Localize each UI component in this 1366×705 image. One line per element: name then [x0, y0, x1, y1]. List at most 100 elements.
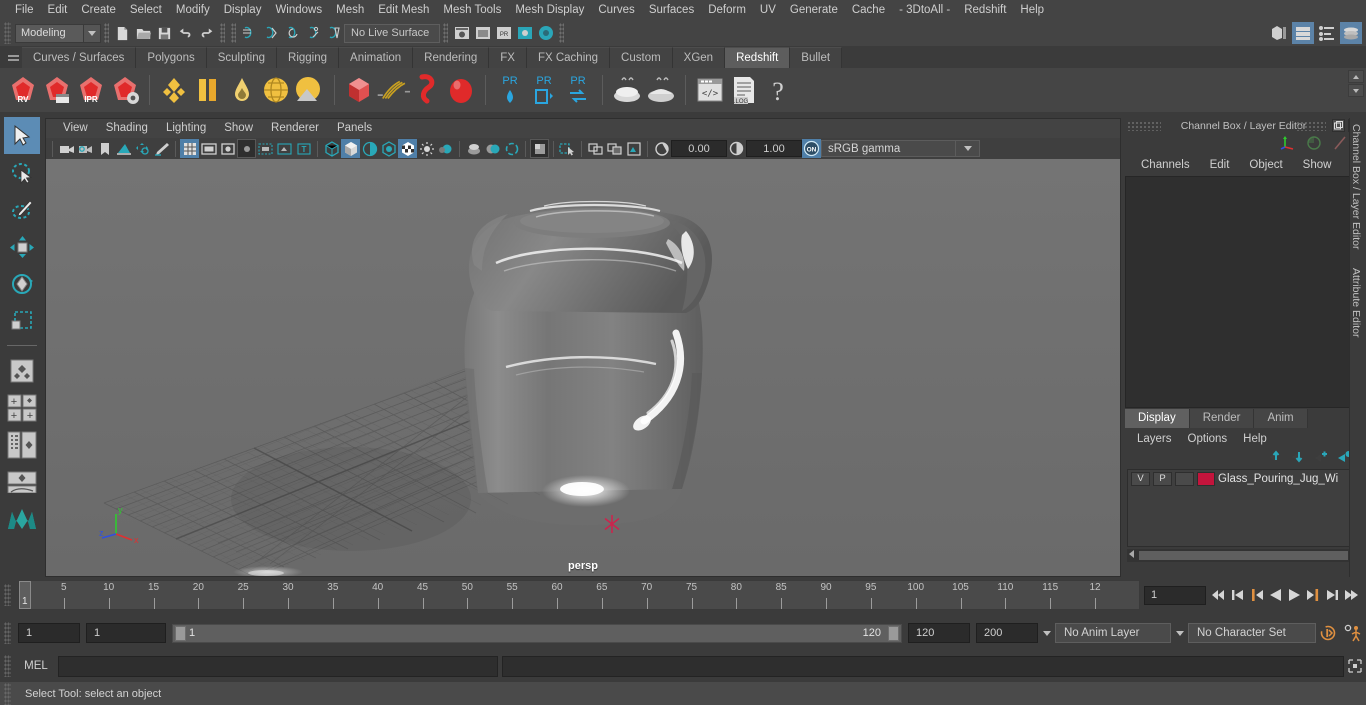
- shelf-redshift-pr-portal-icon[interactable]: PR: [527, 72, 561, 108]
- shelf-redshift-sub-surface-icon[interactable]: [259, 72, 293, 108]
- shelf-tab-curves-surfaces[interactable]: Curves / Surfaces: [22, 47, 137, 68]
- gamma-field[interactable]: 1.00: [746, 140, 802, 157]
- dock-tab-attribute-editor[interactable]: Attribute Editor: [1350, 250, 1362, 337]
- range-slider-right-handle[interactable]: [888, 625, 899, 641]
- paint-select-tool-button[interactable]: [4, 191, 40, 228]
- help-line-grip[interactable]: [4, 682, 11, 705]
- menu-windows[interactable]: Windows: [268, 0, 329, 20]
- gate-mask-icon[interactable]: [237, 139, 256, 158]
- render-group-grip[interactable]: [443, 23, 448, 43]
- command-output-field[interactable]: [502, 655, 1344, 677]
- range-slider-left-handle[interactable]: [175, 625, 186, 641]
- layer-name[interactable]: Glass_Pouring_Jug_Wi: [1218, 473, 1338, 485]
- character-set-dropdown-icon[interactable]: [1171, 623, 1188, 643]
- grid-toggle-icon[interactable]: [180, 139, 199, 158]
- menu-redshift[interactable]: Redshift: [957, 0, 1013, 20]
- show-hide-channel-box-icon[interactable]: [1340, 22, 1362, 44]
- time-slider-playhead[interactable]: 1: [19, 581, 31, 609]
- viewport-menu-panels[interactable]: Panels: [328, 119, 381, 138]
- shelf-tab-fx-caching[interactable]: FX Caching: [526, 47, 611, 68]
- undo-icon[interactable]: [175, 23, 196, 44]
- render-globals-icon[interactable]: [535, 23, 556, 44]
- xray-active-components-icon[interactable]: [605, 139, 624, 158]
- step-forward-keyframe-icon[interactable]: [1324, 584, 1341, 606]
- shelf-redshift-pr-settings-icon[interactable]: PR: [561, 72, 595, 108]
- layer-menu-help[interactable]: Help: [1235, 433, 1275, 445]
- shelf-tab-fx[interactable]: FX: [489, 47, 527, 68]
- layer-menu-layers[interactable]: Layers: [1129, 433, 1180, 445]
- command-line-grip[interactable]: [4, 655, 11, 677]
- motion-blur-icon[interactable]: [464, 139, 483, 158]
- shelf-redshift-ipr-icon[interactable]: IPR: [74, 72, 108, 108]
- menu-uv[interactable]: UV: [753, 0, 783, 20]
- rotate-tool-button[interactable]: [4, 265, 40, 302]
- time-slider-track[interactable]: 1 5 10 15 20 25 30 35 40 45 50 55 60 65 70 75 80 85 90 95 1…: [18, 580, 1140, 610]
- layer-playback-toggle[interactable]: P: [1153, 471, 1172, 486]
- step-forward-frame-icon[interactable]: [1305, 584, 1322, 606]
- safe-action-icon[interactable]: [275, 139, 294, 158]
- show-hide-attribute-editor-icon[interactable]: [1292, 22, 1314, 44]
- snap-view-icon[interactable]: [323, 23, 344, 44]
- shelf-redshift-log-icon[interactable]: .LOG: [727, 72, 761, 108]
- viewport-3d-canvas[interactable]: y x z persp: [46, 159, 1120, 576]
- snap-projected-icon[interactable]: [302, 23, 323, 44]
- character-set-field[interactable]: No Character Set: [1188, 623, 1316, 643]
- show-hide-modeling-toolkit-icon[interactable]: [1268, 22, 1290, 44]
- playback-start-time-field[interactable]: 1: [86, 623, 166, 643]
- ipr-render-icon[interactable]: [472, 23, 493, 44]
- shaded-textured-icon[interactable]: [379, 139, 398, 158]
- safe-title-icon[interactable]: T: [294, 139, 313, 158]
- snap-curve-icon[interactable]: [260, 23, 281, 44]
- color-management-dropdown-icon[interactable]: [956, 140, 980, 157]
- step-back-keyframe-icon[interactable]: [1229, 584, 1246, 606]
- layout-persp-graph-button[interactable]: [4, 463, 40, 500]
- animation-preferences-icon[interactable]: [1340, 623, 1366, 643]
- shelf-redshift-hair-icon[interactable]: [376, 72, 410, 108]
- chevron-down-icon[interactable]: [83, 24, 100, 42]
- shelf-redshift-sprite-icon[interactable]: [444, 72, 478, 108]
- layer-list-horizontal-scrollbar[interactable]: [1127, 549, 1360, 562]
- shelf-tab-custom[interactable]: Custom: [610, 47, 673, 68]
- menu-select[interactable]: Select: [123, 0, 169, 20]
- menu-mesh-tools[interactable]: Mesh Tools: [436, 0, 508, 20]
- exposure-icon[interactable]: [652, 139, 671, 158]
- channel-box-menu-channels[interactable]: Channels: [1131, 159, 1200, 171]
- step-back-frame-icon[interactable]: [1248, 584, 1265, 606]
- channel-graph-icon[interactable]: [1306, 135, 1322, 154]
- shelf-redshift-render-sequence-icon[interactable]: [40, 72, 74, 108]
- redo-icon[interactable]: [196, 23, 217, 44]
- viewport-menu-renderer[interactable]: Renderer: [262, 119, 328, 138]
- shelf-redshift-script-icon[interactable]: </>: [693, 72, 727, 108]
- color-management-label[interactable]: sRGB gamma: [821, 140, 956, 157]
- menu-help[interactable]: Help: [1013, 0, 1051, 20]
- move-tool-button[interactable]: [4, 228, 40, 265]
- status-line-grip[interactable]: [4, 22, 11, 44]
- move-layer-up-icon[interactable]: [1268, 450, 1283, 466]
- command-input-field[interactable]: [58, 655, 498, 677]
- film-gate-icon[interactable]: [199, 139, 218, 158]
- shelf-redshift-bake-set-icon[interactable]: [610, 72, 644, 108]
- snap-grid-icon[interactable]: [239, 23, 260, 44]
- menu-modify[interactable]: Modify: [169, 0, 217, 20]
- menu-surfaces[interactable]: Surfaces: [642, 0, 701, 20]
- viewport-menu-shading[interactable]: Shading: [97, 119, 157, 138]
- layer-visibility-toggle[interactable]: V: [1131, 471, 1150, 486]
- dock-tab-channel-box[interactable]: Channel Box / Layer Editor: [1350, 118, 1362, 250]
- menu-display[interactable]: Display: [217, 0, 269, 20]
- play-forwards-icon[interactable]: [1286, 584, 1303, 606]
- save-scene-icon[interactable]: [154, 23, 175, 44]
- shelf-redshift-incandescent-icon[interactable]: [225, 72, 259, 108]
- panel-grip-left[interactable]: [1127, 121, 1161, 131]
- wireframe-icon[interactable]: [322, 139, 341, 158]
- viewport-menu-show[interactable]: Show: [215, 119, 262, 138]
- scrollbar-thumb[interactable]: [1139, 551, 1348, 560]
- menu-generate[interactable]: Generate: [783, 0, 845, 20]
- select-tool-button[interactable]: [4, 117, 40, 154]
- shelf-redshift-environment-icon[interactable]: [293, 72, 327, 108]
- shelf-redshift-help-icon[interactable]: ?: [761, 72, 795, 108]
- shadows-icon[interactable]: [417, 139, 436, 158]
- shelf-redshift-material-blender-icon[interactable]: [191, 72, 225, 108]
- multisample-aa-icon[interactable]: [483, 139, 502, 158]
- layout-four-view-button[interactable]: + + +: [4, 389, 40, 426]
- playback-end-time-field[interactable]: 120: [908, 623, 970, 643]
